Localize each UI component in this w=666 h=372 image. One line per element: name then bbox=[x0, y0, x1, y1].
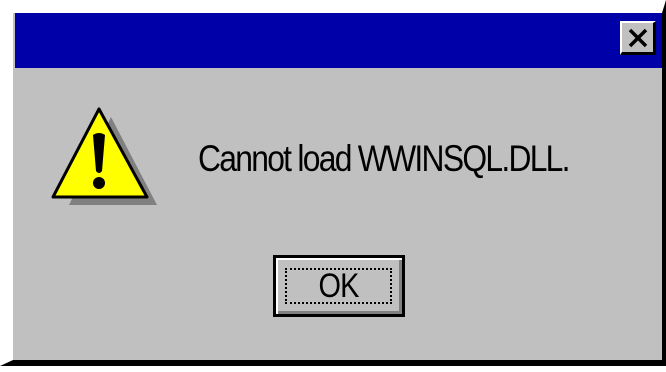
dialog-body: Cannot load WWINSQL.DLL. OK bbox=[13, 13, 662, 360]
error-dialog: Cannot load WWINSQL.DLL. OK bbox=[0, 0, 666, 366]
close-icon bbox=[628, 28, 647, 47]
title-bar[interactable] bbox=[15, 13, 662, 68]
focus-rectangle: OK bbox=[285, 266, 392, 305]
ok-button-label: OK bbox=[318, 266, 359, 305]
close-button[interactable] bbox=[620, 21, 656, 55]
error-message: Cannot load WWINSQL.DLL. bbox=[198, 138, 571, 179]
warning-icon bbox=[51, 107, 157, 205]
ok-button[interactable]: OK bbox=[273, 255, 405, 317]
